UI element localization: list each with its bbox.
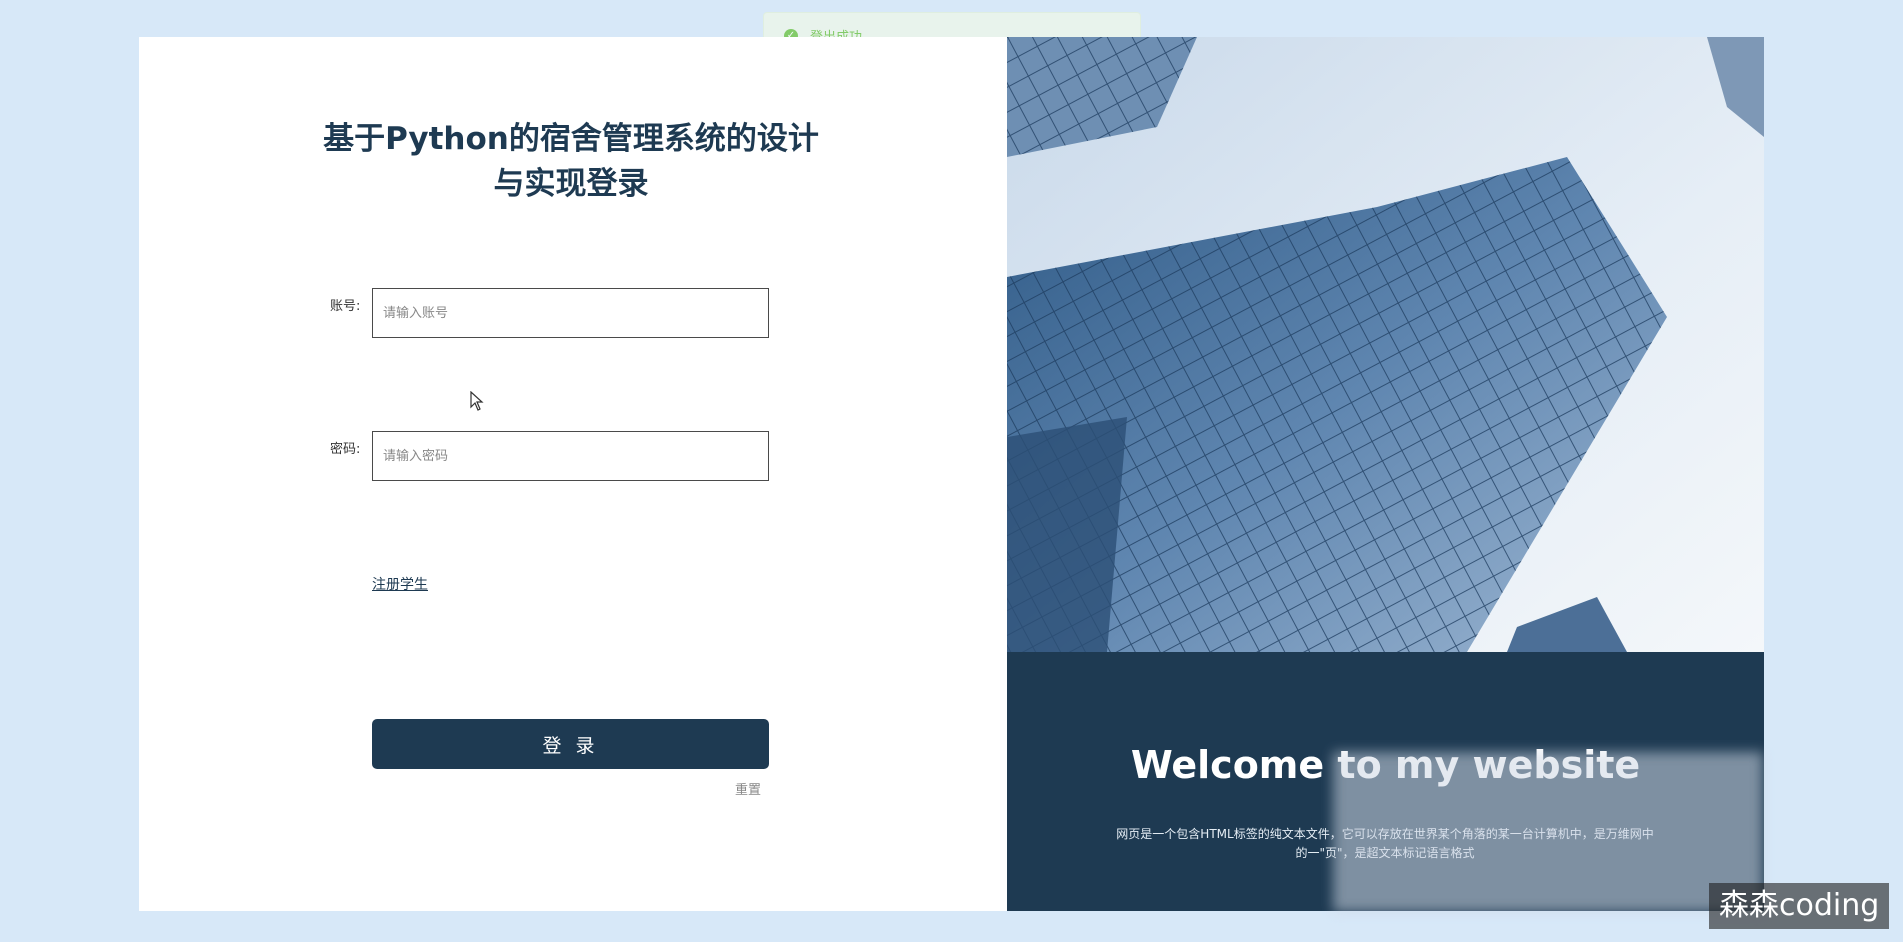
password-input[interactable] — [372, 431, 769, 481]
password-label: 密码: — [330, 442, 361, 457]
account-input[interactable] — [372, 288, 769, 338]
login-button[interactable]: 登 录 — [372, 719, 769, 769]
reset-link[interactable]: 重置 — [735, 779, 761, 798]
account-label: 账号: — [330, 299, 361, 314]
watermark: 森森coding — [1709, 883, 1889, 929]
login-card: 基于Python的宿舍管理系统的设计与实现登录 账号: 密码: 注册学生 登 录… — [139, 37, 1007, 911]
mouse-cursor-icon — [470, 391, 484, 411]
register-student-link[interactable]: 注册学生 — [372, 574, 428, 594]
building-image — [1007, 37, 1764, 652]
blur-overlay — [1333, 752, 1763, 912]
page-title: 基于Python的宿舍管理系统的设计与实现登录 — [323, 121, 819, 202]
